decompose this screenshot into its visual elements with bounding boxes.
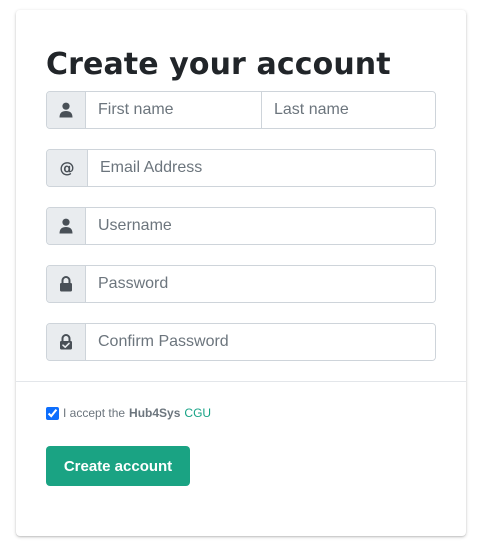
create-account-button[interactable]: Create account: [46, 446, 190, 486]
confirm-password-input[interactable]: [86, 324, 435, 360]
user-icon: [47, 92, 86, 128]
lock-icon: [47, 266, 86, 302]
divider: [16, 381, 466, 382]
cgu-link[interactable]: CGU: [184, 406, 211, 420]
last-name-input[interactable]: [261, 92, 435, 128]
name-input-group: [46, 91, 436, 129]
password-input-group: [46, 265, 436, 303]
terms-brand-text: Hub4Sys: [129, 406, 181, 420]
lock-check-icon: [47, 324, 86, 360]
username-input-group: [46, 207, 436, 245]
email-input-group: @: [46, 149, 436, 187]
signup-card: Create your account @: [16, 10, 466, 536]
email-input[interactable]: [88, 150, 435, 186]
page-title: Create your account: [46, 47, 391, 82]
password-input[interactable]: [86, 266, 435, 302]
at-sign-icon: @: [47, 150, 88, 186]
first-name-input[interactable]: [86, 92, 261, 128]
confirm-password-input-group: [46, 323, 436, 361]
terms-checkbox[interactable]: [46, 406, 59, 420]
svg-text:@: @: [60, 160, 75, 176]
user-icon: [47, 208, 86, 244]
terms-row: I accept the Hub4Sys CGU: [46, 406, 211, 420]
terms-prefix-text: I accept the: [63, 406, 126, 420]
username-input[interactable]: [86, 208, 435, 244]
